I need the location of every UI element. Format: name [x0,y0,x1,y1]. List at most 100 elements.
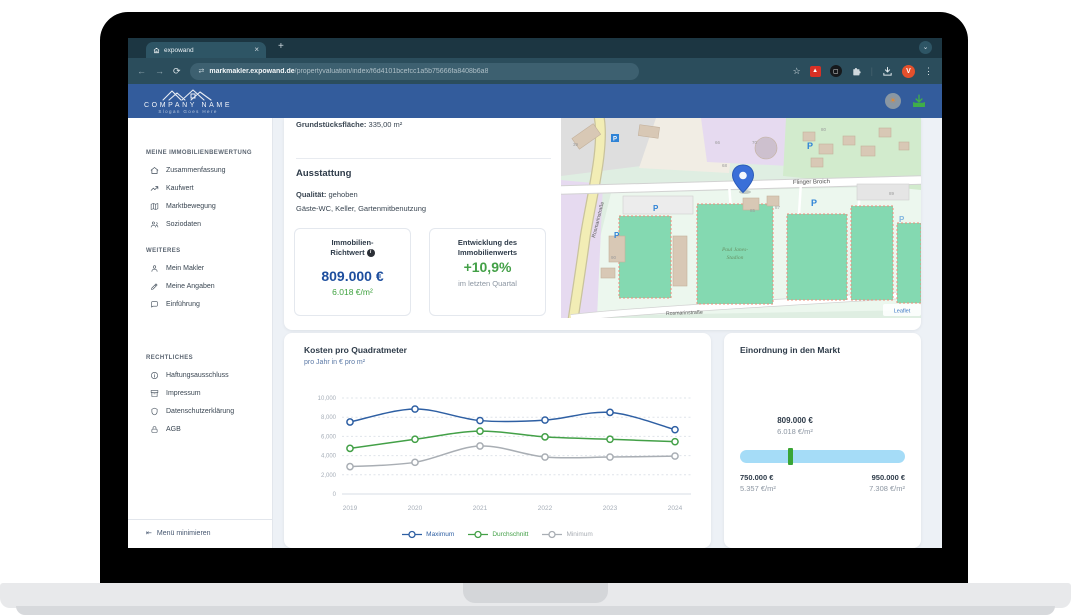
company-slogan: Slogan Goes Here [158,109,217,114]
sidebar-item-impressum[interactable]: Impressum [128,384,272,402]
minimize-label: Menü minimieren [157,530,211,537]
market-title: Einordnung in den Markt [740,345,840,355]
users-icon [150,220,159,229]
browser-tabbar: expowand × + ⌄ [128,38,942,58]
svg-text:85: 85 [750,208,756,213]
theme-toggle-sun-icon[interactable]: ☀ [885,93,901,109]
svg-text:10,000: 10,000 [318,396,337,402]
forward-icon[interactable]: → [155,67,164,76]
app-header: COMPANY NAME Slogan Goes Here ☀ [128,84,942,118]
back-icon[interactable]: ← [137,67,146,76]
sidebar-item-meine-angaben[interactable]: Meine Angaben [128,277,272,295]
browser-toolbar: ← → ⟳ ⇄ markmakler.expowand.de/propertyv… [128,58,942,84]
url-domain: markmakler.expowand.de [209,68,294,75]
browser-tab[interactable]: expowand × [146,42,266,58]
map-icon [150,202,159,211]
chart-subtitle: pro Jahr in € pro m² [304,359,365,366]
pdf-extension-icon[interactable]: ▲ [810,66,821,77]
laptop-bezel: expowand × + ⌄ ← → ⟳ ⇄ markmakler.expowa… [100,12,968,585]
richtwert-value: 809.000 € [295,268,410,284]
market-position-marker [788,448,793,465]
rooftops-logo-icon [162,88,214,101]
sidebar-minimize-button[interactable]: ⇤ Menü minimieren [128,519,272,548]
sidebar-item-datenschutz[interactable]: Datenschutzerklärung [128,402,272,420]
app-body: MEINE IMMOBILIENBEWERTUNG Zusammenfassun… [128,118,942,548]
sidebar-item-soziodaten[interactable]: Soziodaten [128,215,272,233]
extensions-puzzle-icon[interactable] [851,66,862,77]
legend-item-maximum[interactable]: Maximum [402,530,454,539]
archive-icon [150,389,159,398]
richtwert-per-sqm: 6.018 €/m² [295,287,410,297]
company-name: COMPANY NAME [144,102,232,109]
sidebar-item-kaufwert[interactable]: Kaufwert [128,179,272,197]
site-info-icon[interactable]: ⇄ [199,67,205,75]
features-list: Gäste-WC, Keller, Gartenmitbenutzung [296,204,426,213]
market-min-value: 750.000 € [740,473,776,482]
svg-text:0: 0 [333,492,337,498]
main-content: Grundstücksfläche: 335,00 m² Ausstattung… [273,118,942,548]
sidebar-item-mein-makler[interactable]: Mein Makler [128,259,272,277]
sidebar: MEINE IMMOBILIENBEWERTUNG Zusammenfassun… [128,118,273,548]
tab-title: expowand [164,47,250,54]
toolbar-actions: ☆ ▲ ▢ | V ⋮ [793,65,933,78]
info-circle-icon [150,371,159,380]
svg-text:70: 70 [752,140,758,145]
divider [296,158,551,159]
development-value: +10,9% [430,259,545,275]
sidebar-section-bewertung: MEINE IMMOBILIENBEWERTUNG [146,150,272,156]
refresh-icon[interactable]: ⟳ [173,67,181,76]
development-card: Entwicklung des Immobilienwerts +10,9% i… [429,228,546,316]
svg-text:8,000: 8,000 [321,415,337,421]
legend-item-minimum[interactable]: Minimum [542,530,592,539]
sidebar-item-einfuehrung[interactable]: Einführung [128,295,272,313]
map-attribution[interactable]: Leaflet [883,304,921,316]
downloads-icon[interactable] [882,66,893,77]
browser-menu-icon[interactable]: ⋮ [924,67,933,76]
svg-text:2,000: 2,000 [321,473,337,479]
sidebar-item-label: Impressum [166,390,201,397]
sidebar-item-haftungsausschluss[interactable]: Haftungsausschluss [128,366,272,384]
chart-legend: Maximum Durchschnitt Minimum [284,530,711,539]
profile-avatar[interactable]: V [902,65,915,78]
user-icon [150,264,159,273]
svg-text:4,000: 4,000 [321,454,337,460]
header-actions: ☀ [885,93,926,109]
market-max-value: 950.000 € [869,473,905,482]
development-title-line1: Entwicklung des [458,238,517,247]
quality-label: Qualität: [296,190,326,199]
svg-text:2021: 2021 [473,505,488,512]
new-tab-button[interactable]: + [278,41,284,52]
legend-item-durchschnitt[interactable]: Durchschnitt [468,530,528,539]
url-bar[interactable]: ⇄ markmakler.expowand.de/propertyvaluati… [190,63,639,80]
export-download-icon[interactable] [912,94,926,108]
info-icon[interactable]: i [367,249,375,257]
market-current: 809.000 € 6.018 €/m² [740,416,850,436]
richtwert-title-line2: Richtwert [330,248,364,257]
chat-bubble-icon [150,300,159,309]
market-max: 950.000 € 7.308 €/m² [869,473,905,493]
bookmark-star-icon[interactable]: ☆ [793,67,801,76]
market-current-value: 809.000 € [740,416,850,425]
richtwert-title-line1: Immobilien- [331,238,373,247]
sidebar-item-label: Meine Angaben [166,283,215,290]
svg-text:Stadion: Stadion [727,255,744,261]
market-position-card: Einordnung in den Markt 809.000 € 6.018 … [724,333,921,548]
tab-close-icon[interactable]: × [254,46,259,54]
trend-up-icon [150,184,159,193]
sidebar-section-rechtliches: RECHTLICHES [146,355,272,361]
sidebar-item-zusammenfassung[interactable]: Zusammenfassung [128,161,272,179]
svg-text:2019: 2019 [343,505,358,512]
lock-icon [150,425,159,434]
laptop-screen: expowand × + ⌄ ← → ⟳ ⇄ markmakler.expowa… [128,38,942,548]
sidebar-item-marktbewegung[interactable]: Marktbewegung [128,197,272,215]
map-canvas[interactable]: P P P P P P 39 66 70 [561,118,921,318]
sidebar-item-agb[interactable]: AGB [128,420,272,438]
market-min: 750.000 € 5.357 €/m² [740,473,776,493]
chart-title: Kosten pro Quadratmeter [304,345,407,355]
leaflet-link: Leaflet [894,309,911,315]
extension-icon[interactable]: ▢ [830,65,842,77]
map-sports-fields [619,204,921,304]
svg-text:6,000: 6,000 [321,434,337,440]
features-title: Ausstattung [296,168,351,179]
tab-search-chevron-icon[interactable]: ⌄ [919,41,932,54]
